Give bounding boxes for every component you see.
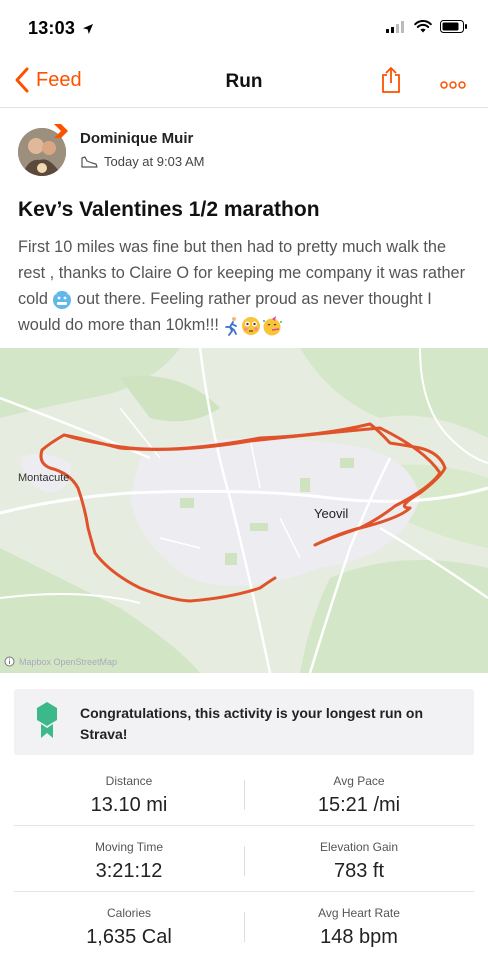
nav-bar: Feed Run	[0, 52, 488, 108]
status-icons	[386, 20, 468, 33]
stat-avg-pace: Avg Pace 15:21 /mi	[244, 774, 474, 817]
stat-row: Moving Time 3:21:12 Elevation Gain 783 f…	[14, 826, 474, 892]
stat-label: Moving Time	[94, 840, 164, 854]
battery-icon	[440, 20, 467, 33]
status-time: 13:03	[28, 18, 94, 39]
share-icon	[382, 67, 400, 93]
stat-value: 3:21:12	[95, 860, 163, 882]
wifi-icon	[414, 20, 432, 33]
stat-label: Elevation Gain	[319, 840, 399, 854]
stat-row: Calories 1,635 Cal Avg Heart Rate 148 bp…	[14, 892, 474, 958]
map-label-montacute: Montacute	[18, 472, 69, 484]
activity-timestamp: Today at 9:03 AM	[104, 154, 205, 169]
location-arrow-icon	[83, 24, 94, 34]
party-face-emoji-icon	[263, 315, 283, 336]
stat-value: 15:21 /mi	[317, 794, 401, 816]
stat-value: 148 bpm	[320, 926, 398, 948]
route-map[interactable]: Montacute Yeovil	[0, 348, 488, 673]
activity-title: Kev’s Valentines 1/2 marathon	[18, 198, 320, 221]
more-options-button[interactable]	[440, 76, 466, 94]
stat-value: 1,635 Cal	[86, 926, 172, 948]
map-canvas: Montacute Yeovil	[0, 348, 488, 673]
subscriber-badge-icon	[54, 124, 68, 138]
stats-grid: Distance 13.10 mi Avg Pace 15:21 /mi Mov…	[14, 760, 474, 958]
athlete-header: Dominique Muir Today at 9:03 AM	[18, 124, 468, 180]
stat-calories: Calories 1,635 Cal	[14, 906, 244, 949]
stat-avg-heart-rate: Avg Heart Rate 148 bpm	[244, 906, 474, 949]
back-button[interactable]: Feed	[14, 66, 82, 94]
stat-label: Avg Pace	[333, 774, 385, 788]
cold-face-emoji-icon	[53, 290, 72, 309]
athlete-name[interactable]: Dominique Muir	[80, 130, 193, 147]
stat-row: Distance 13.10 mi Avg Pace 15:21 /mi	[14, 760, 474, 826]
share-button[interactable]	[380, 66, 402, 99]
stat-label: Avg Heart Rate	[318, 906, 400, 920]
activity-meta: Today at 9:03 AM	[80, 154, 204, 169]
stat-value: 13.10 mi	[90, 794, 168, 816]
achievement-banner: Congratulations, this activity is your l…	[14, 689, 474, 755]
flushed-face-emoji-icon	[242, 316, 261, 335]
achievement-text: Congratulations, this activity is your l…	[80, 705, 424, 742]
stat-label: Calories	[106, 906, 151, 920]
stat-value: 783 ft	[333, 860, 385, 882]
back-label: Feed	[36, 68, 82, 91]
stat-label: Distance	[105, 774, 153, 788]
map-label-yeovil: Yeovil	[314, 506, 348, 521]
activity-description: First 10 miles was fine but then had to …	[18, 234, 472, 338]
achievement-badge-icon	[37, 702, 57, 738]
status-bar: 13:03	[0, 0, 488, 52]
map-credit-text: Mapbox OpenStreetMap	[19, 656, 118, 667]
stat-moving-time: Moving Time 3:21:12	[14, 840, 244, 883]
stat-elevation-gain: Elevation Gain 783 ft	[244, 840, 474, 883]
chevron-left-icon	[15, 67, 29, 93]
stat-distance: Distance 13.10 mi	[14, 774, 244, 817]
cellular-signal-icon	[386, 20, 404, 33]
runner-emoji-icon	[225, 316, 238, 336]
more-dots-icon	[440, 81, 466, 89]
info-icon	[4, 656, 15, 667]
map-credit: Mapbox OpenStreetMap	[4, 656, 117, 667]
running-shoe-icon	[81, 155, 98, 168]
